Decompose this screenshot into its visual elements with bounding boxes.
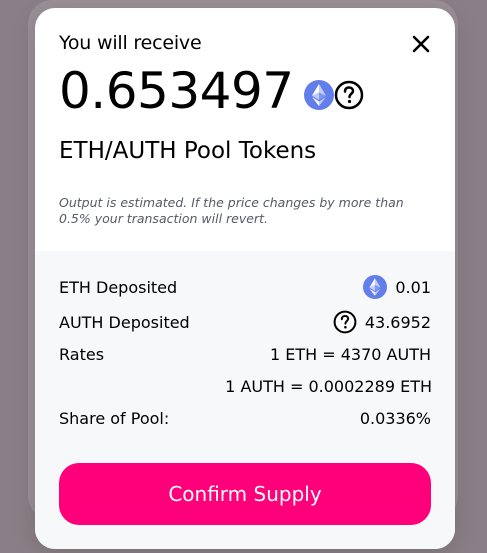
eth-deposited-value-group: 0.01	[363, 275, 431, 299]
details-panel: ETH Deposited 0.01 AUTH Deposited 43.695…	[35, 251, 455, 549]
auth-deposited-label: AUTH Deposited	[59, 312, 190, 332]
close-button[interactable]	[411, 34, 431, 54]
eth-icon	[303, 80, 334, 110]
eth-icon	[363, 275, 388, 299]
receive-section: You will receive 0.653497 ETH/AUTH Pool …	[35, 8, 455, 251]
receive-amount: 0.653497	[59, 62, 294, 120]
eth-deposited-value: 0.01	[395, 277, 431, 297]
eth-deposited-row: ETH Deposited 0.01	[59, 275, 431, 299]
slippage-disclaimer: Output is estimated. If the price change…	[59, 195, 404, 226]
pool-token-name: ETH/AUTH Pool Tokens	[59, 138, 317, 164]
auth-deposited-row: AUTH Deposited 43.6952	[59, 310, 431, 334]
auth-deposited-value-group: 43.6952	[333, 310, 431, 334]
question-circle-icon	[333, 310, 357, 334]
auth-deposited-value: 43.6952	[364, 312, 431, 332]
rates-label: Rates	[59, 345, 105, 364]
modal-title: You will receive	[59, 32, 202, 54]
share-of-pool-label: Share of Pool:	[59, 409, 170, 428]
eth-deposited-label: ETH Deposited	[59, 277, 178, 297]
rates-row: Rates 1 ETH = 4370 AUTH	[59, 345, 431, 364]
amount-row: 0.653497	[59, 66, 364, 116]
question-circle-icon	[334, 80, 363, 110]
confirm-supply-button[interactable]: Confirm Supply	[59, 463, 431, 525]
confirm-supply-modal: You will receive 0.653497 ETH/AUTH Pool …	[35, 8, 455, 549]
share-of-pool-value: 0.0336%	[359, 409, 431, 428]
rate-auth-to-eth: 1 AUTH = 0.0002289 ETH	[225, 377, 432, 396]
pool-token-icons	[303, 80, 364, 110]
close-icon	[412, 35, 430, 53]
share-of-pool-row: Share of Pool: 0.0336%	[59, 409, 431, 428]
rate-eth-to-auth: 1 ETH = 4370 AUTH	[269, 345, 431, 364]
